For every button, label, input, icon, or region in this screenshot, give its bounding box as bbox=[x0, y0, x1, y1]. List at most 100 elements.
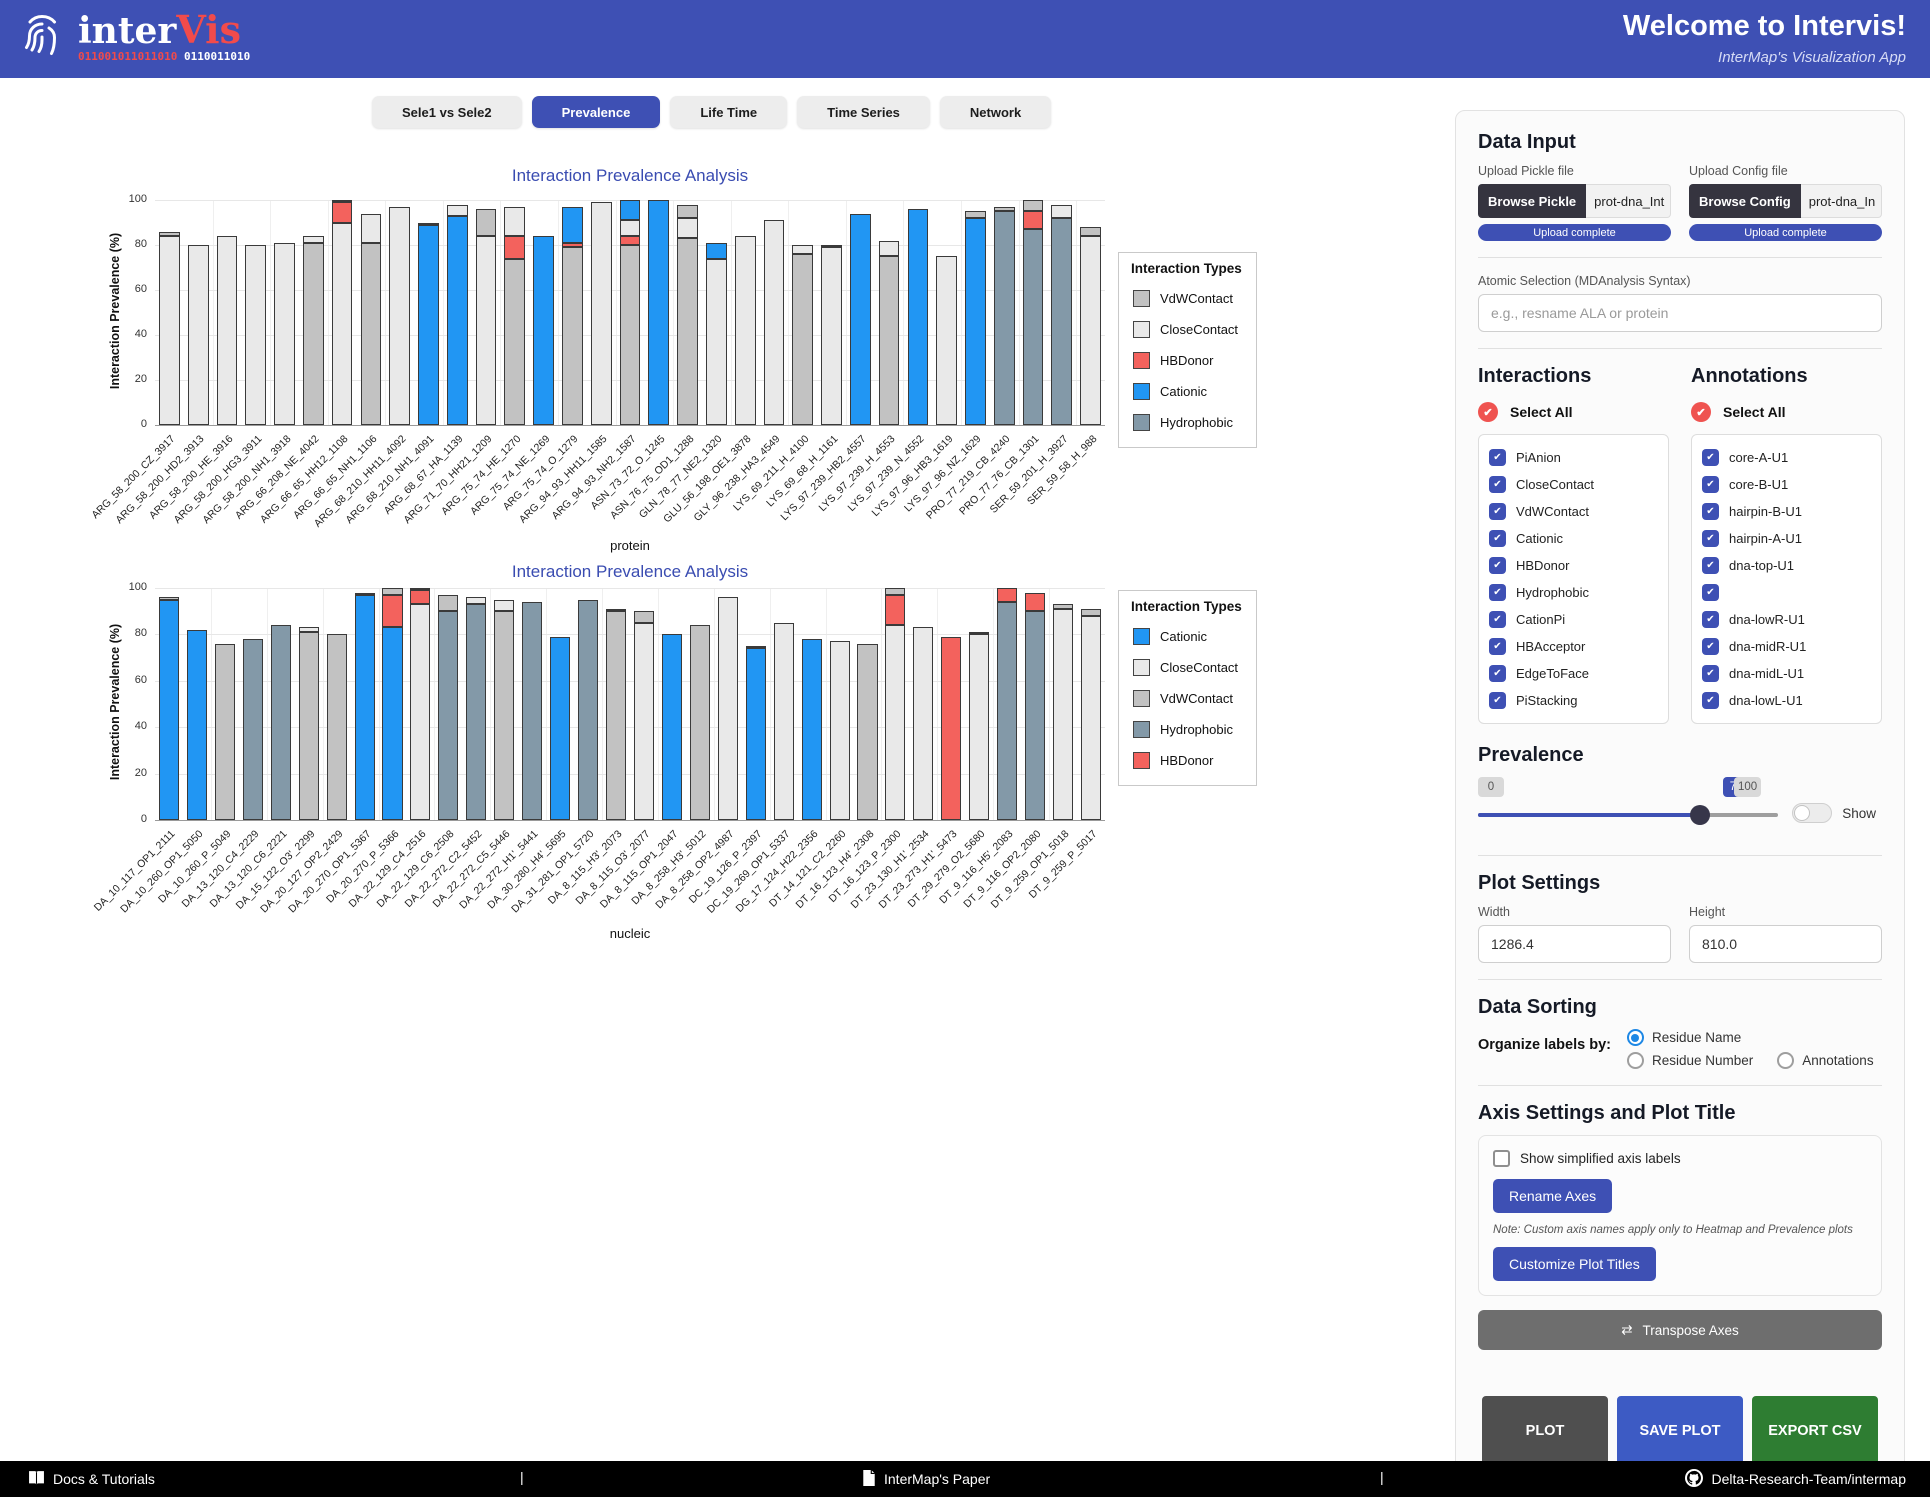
customize-plot-titles-button[interactable]: Customize Plot Titles bbox=[1493, 1247, 1656, 1281]
interaction-checkbox-cationic[interactable]: ✔Cationic bbox=[1489, 525, 1658, 552]
annotation-checkbox-dna-top-u1[interactable]: ✔dna-top-U1 bbox=[1702, 552, 1871, 579]
app-page: interVis 011001011011010 0110011010 Welc… bbox=[0, 0, 1930, 1497]
annotation-checkbox-dna-lowr-u1[interactable]: ✔dna-lowR-U1 bbox=[1702, 606, 1871, 633]
legend-label: Cationic bbox=[1160, 629, 1207, 644]
annotation-checkbox-dna-midr-u1[interactable]: ✔dna-midR-U1 bbox=[1702, 633, 1871, 660]
transpose-axes-button[interactable]: ⇄ Transpose Axes bbox=[1478, 1310, 1882, 1350]
annotation-checkbox-unnamed[interactable]: ✔ bbox=[1702, 579, 1871, 606]
y-tick-label: 100 bbox=[115, 581, 147, 593]
legend-title: Interaction Types bbox=[1131, 261, 1242, 276]
annotation-checkbox-hairpin-b-u1[interactable]: ✔hairpin-B-U1 bbox=[1702, 498, 1871, 525]
gridline bbox=[155, 774, 1105, 775]
save-plot-button[interactable]: SAVE PLOT bbox=[1617, 1396, 1743, 1468]
bar-segment bbox=[677, 238, 698, 425]
pickle-label: Upload Pickle file bbox=[1478, 164, 1671, 178]
bar bbox=[792, 200, 813, 425]
gridline bbox=[1076, 200, 1077, 425]
tab-network[interactable]: Network bbox=[940, 96, 1051, 128]
interaction-checkbox-closecontact[interactable]: ✔CloseContact bbox=[1489, 471, 1658, 498]
bar-segment bbox=[994, 211, 1015, 425]
bar bbox=[217, 200, 238, 425]
radio-icon bbox=[1627, 1052, 1644, 1069]
plot-height-input[interactable] bbox=[1689, 925, 1882, 963]
bar-segment bbox=[1025, 611, 1045, 820]
annotation-checkbox-core-b-u1[interactable]: ✔core-B-U1 bbox=[1702, 471, 1871, 498]
config-file-name: prot-dna_In bbox=[1801, 184, 1882, 218]
bar-segment bbox=[1080, 227, 1101, 236]
interaction-checkbox-vdwcontact[interactable]: ✔VdWContact bbox=[1489, 498, 1658, 525]
plot-width-input[interactable] bbox=[1478, 925, 1671, 963]
bar bbox=[355, 588, 375, 820]
bar-segment bbox=[522, 602, 542, 820]
pickle-file-name: prot-dna_Int bbox=[1586, 184, 1671, 218]
annotations-select-all[interactable]: ✔ Select All bbox=[1691, 402, 1882, 422]
tab-life-time[interactable]: Life Time bbox=[670, 96, 787, 128]
y-axis-title: Interaction Prevalence (%) bbox=[108, 612, 122, 792]
github-repo-link[interactable]: Delta-Research-Team/intermap bbox=[1685, 1461, 1906, 1497]
slider-max-badge: 100 bbox=[1734, 777, 1761, 797]
bar-segment bbox=[677, 218, 698, 238]
browse-config-button[interactable]: Browse Config bbox=[1689, 184, 1801, 218]
tab-sele1-vs-sele2[interactable]: Sele1 vs Sele2 bbox=[372, 96, 522, 128]
slider-min-badge: 0 bbox=[1478, 777, 1504, 797]
gridline bbox=[385, 200, 386, 425]
gridline bbox=[213, 200, 214, 425]
annotation-checkbox-dna-midl-u1[interactable]: ✔dna-midL-U1 bbox=[1702, 660, 1871, 687]
tab-time-series[interactable]: Time Series bbox=[797, 96, 930, 128]
interaction-checkbox-hbacceptor[interactable]: ✔HBAcceptor bbox=[1489, 633, 1658, 660]
bar bbox=[994, 200, 1015, 425]
annotation-checkbox-hairpin-a-u1[interactable]: ✔hairpin-A-U1 bbox=[1702, 525, 1871, 552]
annotation-checkbox-dna-lowl-u1[interactable]: ✔dna-lowL-U1 bbox=[1702, 687, 1871, 714]
bar bbox=[718, 588, 738, 820]
bar-segment bbox=[965, 218, 986, 425]
slider-knob[interactable] bbox=[1690, 805, 1710, 825]
app-header: interVis 011001011011010 0110011010 Welc… bbox=[0, 0, 1930, 78]
radio-selected-icon bbox=[1627, 1029, 1644, 1046]
legend-label: Hydrophobic bbox=[1160, 722, 1233, 737]
bar-segment bbox=[355, 595, 375, 820]
prevalence-slider[interactable] bbox=[1478, 813, 1778, 817]
bar bbox=[438, 588, 458, 820]
interaction-checkbox-edgetoface[interactable]: ✔EdgeToFace bbox=[1489, 660, 1658, 687]
radio-residue-number[interactable]: Residue Number bbox=[1627, 1052, 1753, 1069]
interaction-checkbox-pistacking[interactable]: ✔PiStacking bbox=[1489, 687, 1658, 714]
bar-segment bbox=[792, 254, 813, 425]
bar bbox=[271, 588, 291, 820]
interaction-checkbox-pianion[interactable]: ✔PiAnion bbox=[1489, 444, 1658, 471]
bar-segment bbox=[245, 245, 266, 425]
legend-item: Hydrophobic bbox=[1133, 414, 1240, 431]
radio-annotations[interactable]: Annotations bbox=[1777, 1052, 1873, 1069]
atomic-selection-input[interactable] bbox=[1478, 294, 1882, 332]
radio-residue-name[interactable]: Residue Name bbox=[1627, 1029, 1741, 1046]
paper-link[interactable]: InterMap's Paper bbox=[862, 1461, 990, 1497]
interaction-checkbox-hydrophobic[interactable]: ✔Hydrophobic bbox=[1489, 579, 1658, 606]
checkbox-checked-icon: ✔ bbox=[1702, 476, 1719, 493]
legend-swatch bbox=[1133, 321, 1150, 338]
bar-segment bbox=[1053, 609, 1073, 820]
gridline bbox=[155, 588, 1105, 589]
show-toggle[interactable] bbox=[1792, 803, 1832, 823]
annotation-checkbox-core-a-u1[interactable]: ✔core-A-U1 bbox=[1702, 444, 1871, 471]
export-csv-button[interactable]: EXPORT CSV bbox=[1752, 1396, 1878, 1468]
browse-pickle-button[interactable]: Browse Pickle bbox=[1478, 184, 1586, 218]
bar-segment bbox=[885, 625, 905, 820]
prevalence-chart-nucleic: Interaction Prevalence Analysis020406080… bbox=[0, 556, 1440, 956]
bar bbox=[187, 588, 207, 820]
bar bbox=[562, 200, 583, 425]
interaction-checkbox-cationpi[interactable]: ✔CationPi bbox=[1489, 606, 1658, 633]
interaction-checkbox-hbdonor[interactable]: ✔HBDonor bbox=[1489, 552, 1658, 579]
bar-segment bbox=[438, 611, 458, 820]
bar-segment bbox=[389, 207, 410, 425]
gridline bbox=[155, 681, 1105, 682]
interactions-select-all[interactable]: ✔ Select All bbox=[1478, 402, 1669, 422]
bar-segment bbox=[662, 634, 682, 820]
simplified-axis-checkbox[interactable]: Show simplified axis labels bbox=[1493, 1150, 1867, 1167]
plot-button[interactable]: PLOT bbox=[1482, 1396, 1608, 1468]
bar-segment bbox=[1051, 218, 1072, 425]
gridline bbox=[267, 588, 268, 820]
bar-segment bbox=[857, 644, 877, 820]
gridline bbox=[903, 200, 904, 425]
tab-prevalence[interactable]: Prevalence bbox=[532, 96, 661, 128]
rename-axes-button[interactable]: Rename Axes bbox=[1493, 1179, 1612, 1213]
docs-link[interactable]: Docs & Tutorials bbox=[28, 1461, 155, 1497]
